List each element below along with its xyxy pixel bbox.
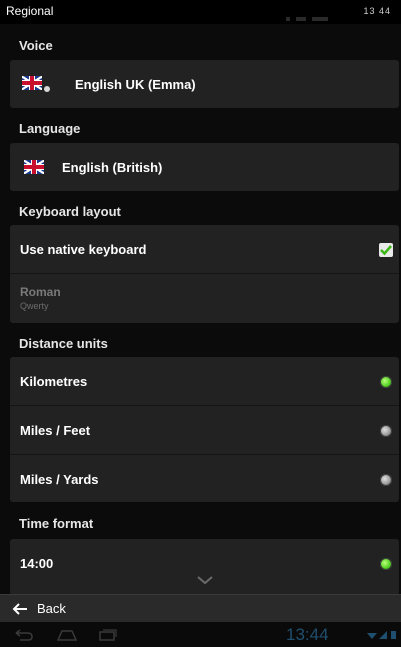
- time-section-label: Time format: [19, 516, 94, 531]
- wifi-signal-battery-icon: [367, 631, 396, 639]
- uk-flag-icon: [22, 76, 42, 90]
- back-arrow-icon: [12, 603, 27, 615]
- native-keyboard-row[interactable]: Use native keyboard: [10, 225, 399, 273]
- native-keyboard-label: Use native keyboard: [20, 242, 147, 257]
- radio-unselected-icon[interactable]: [380, 474, 392, 486]
- nav-home-icon[interactable]: [56, 628, 78, 642]
- keyboard-card: Use native keyboard Roman Qwerty: [10, 225, 399, 323]
- language-value: English (British): [62, 160, 163, 175]
- back-button[interactable]: Back: [0, 594, 401, 623]
- keyboard-section-label: Keyboard layout: [19, 204, 121, 219]
- distance-option-miles-feet[interactable]: Miles / Feet: [10, 406, 399, 454]
- option-label: Miles / Yards: [20, 472, 99, 487]
- native-keyboard-checkbox[interactable]: [379, 243, 393, 257]
- checkmark-icon: [380, 245, 392, 256]
- voice-value: English UK (Emma): [75, 77, 196, 92]
- distance-section-label: Distance units: [19, 336, 108, 351]
- language-section-label: Language: [19, 121, 81, 136]
- back-label: Back: [37, 601, 66, 616]
- uk-flag-icon: [24, 160, 44, 174]
- signal-icon: [286, 8, 348, 21]
- nav-back-icon[interactable]: [12, 628, 34, 642]
- chevron-down-icon[interactable]: [197, 575, 213, 585]
- nav-recents-icon[interactable]: [96, 628, 118, 642]
- option-label: 14:00: [20, 556, 54, 571]
- status-bar: Regional 13 44: [0, 0, 401, 24]
- system-nav-bar: 13:44: [0, 622, 401, 647]
- distance-option-kilometres[interactable]: Kilometres: [10, 357, 399, 405]
- voice-person-icon: [44, 86, 50, 92]
- option-label: Miles / Feet: [20, 423, 91, 438]
- voice-section-label: Voice: [19, 38, 53, 53]
- voice-row[interactable]: English UK (Emma): [10, 60, 399, 108]
- distance-card: Kilometres Miles / Feet Miles / Yards: [10, 357, 399, 502]
- radio-selected-icon[interactable]: [380, 558, 392, 570]
- radio-unselected-icon[interactable]: [380, 425, 392, 437]
- system-clock: 13:44: [286, 625, 329, 644]
- keyboard-layout-subtitle: Qwerty: [20, 301, 49, 311]
- time-card: 14:00: [10, 539, 399, 595]
- keyboard-layout-title: Roman: [20, 285, 61, 299]
- option-label: Kilometres: [20, 374, 88, 389]
- radio-selected-icon[interactable]: [380, 376, 392, 388]
- distance-option-miles-yards[interactable]: Miles / Yards: [10, 455, 399, 502]
- keyboard-layout-row: Roman Qwerty: [10, 274, 399, 323]
- screen-title: Regional: [6, 4, 54, 18]
- status-time: 13 44: [363, 6, 391, 16]
- language-row[interactable]: English (British): [10, 143, 399, 191]
